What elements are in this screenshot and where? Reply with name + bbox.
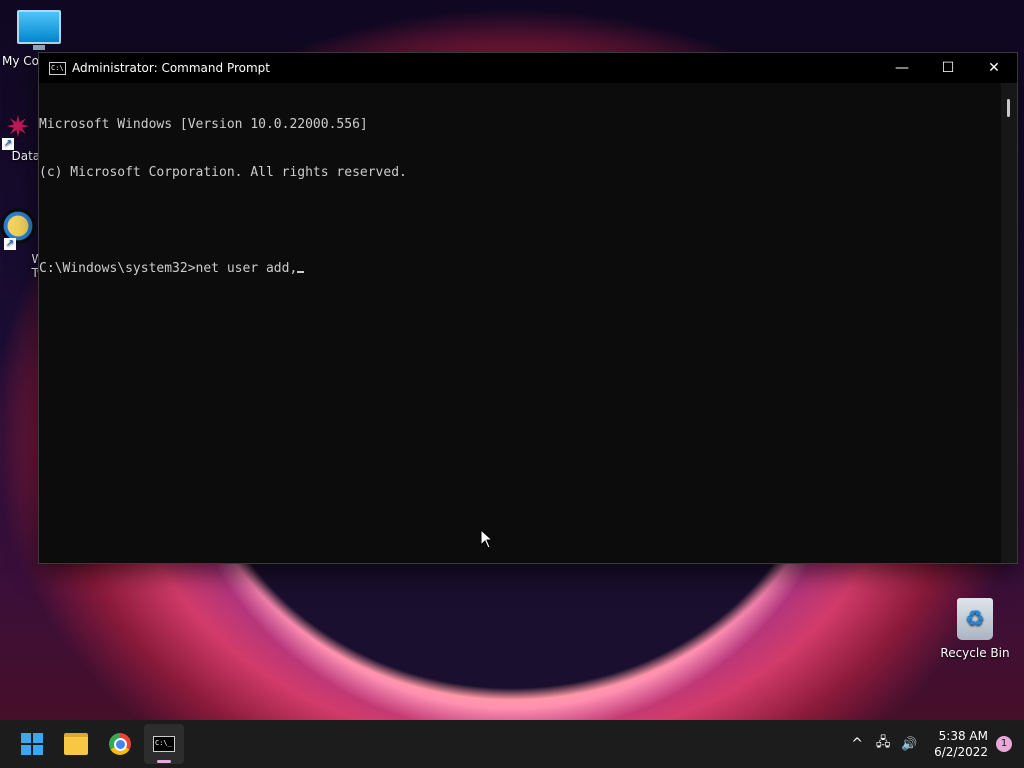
command-prompt-window[interactable]: C:\ Administrator: Command Prompt — ☐ ✕ … xyxy=(38,52,1018,564)
monitor-icon xyxy=(17,10,61,50)
desktop-icon-label: Recycle Bin xyxy=(940,646,1010,660)
notification-badge[interactable]: 1 xyxy=(996,736,1012,752)
recycle-bin-icon: ♻ xyxy=(957,598,993,640)
window-title: Administrator: Command Prompt xyxy=(72,61,270,75)
file-explorer-button[interactable] xyxy=(56,724,96,764)
title-bar[interactable]: C:\ Administrator: Command Prompt — ☐ ✕ xyxy=(39,53,1017,83)
command-input-text[interactable]: C:\Windows\system32>net user add, xyxy=(39,261,297,276)
wintweaker-icon: ↗ xyxy=(0,208,36,250)
cmd-icon: C:\ xyxy=(49,61,66,75)
chrome-button[interactable] xyxy=(100,724,140,764)
console-output[interactable]: Microsoft Windows [Version 10.0.22000.55… xyxy=(39,83,1001,563)
mouse-pointer-icon xyxy=(480,529,494,549)
taskbar: C:\_ ^ 🖧 🔊 5:38 AM 6/2/2022 1 xyxy=(0,720,1024,768)
maximize-button[interactable]: ☐ xyxy=(925,53,971,83)
start-button[interactable] xyxy=(12,724,52,764)
system-tray: ^ 🖧 🔊 5:38 AM 6/2/2022 1 xyxy=(844,720,1024,768)
shortcut-arrow-icon: ↗ xyxy=(4,238,16,250)
console-line: Microsoft Windows [Version 10.0.22000.55… xyxy=(39,117,368,132)
text-cursor xyxy=(297,271,305,273)
command-line[interactable]: C:\Windows\system32>net user add, xyxy=(39,261,1001,277)
shortcut-arrow-icon: ↗ xyxy=(2,138,14,150)
network-icon[interactable]: 🖧 xyxy=(870,733,896,755)
close-button[interactable]: ✕ xyxy=(971,53,1017,83)
scrollbar-thumb[interactable] xyxy=(1007,99,1010,117)
dataw-icon: ✷ ↗ xyxy=(2,110,31,150)
chrome-icon xyxy=(109,733,131,755)
command-prompt-taskbar-button[interactable]: C:\_ xyxy=(144,724,184,764)
show-hidden-icons-chevron-icon[interactable]: ^ xyxy=(844,736,870,752)
minimize-button[interactable]: — xyxy=(879,53,925,83)
start-icon xyxy=(21,733,43,755)
clock-time: 5:38 AM xyxy=(938,729,988,743)
vertical-scrollbar[interactable] xyxy=(1001,83,1017,563)
clock[interactable]: 5:38 AM 6/2/2022 xyxy=(934,728,988,760)
clock-date: 6/2/2022 xyxy=(934,745,988,759)
volume-icon[interactable]: 🔊 xyxy=(896,737,922,752)
desktop-icon-recycle-bin[interactable]: ♻ Recycle Bin xyxy=(935,598,1015,660)
file-explorer-icon xyxy=(64,733,88,755)
command-prompt-icon: C:\_ xyxy=(153,736,175,752)
console-line: (c) Microsoft Corporation. All rights re… xyxy=(39,165,407,180)
